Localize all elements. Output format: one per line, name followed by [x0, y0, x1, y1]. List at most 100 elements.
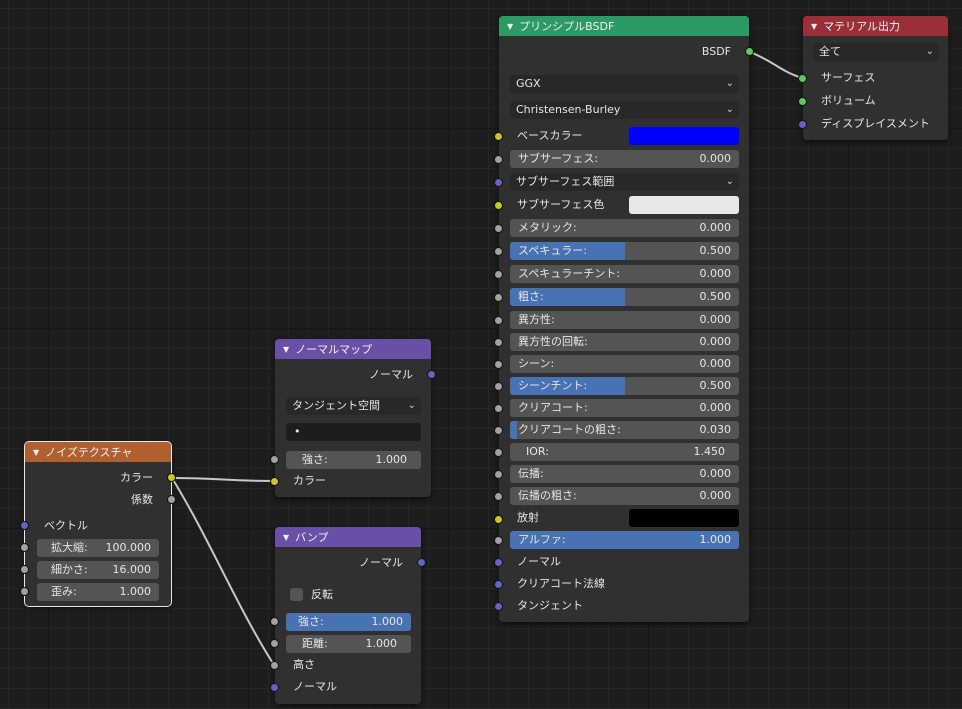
node-header[interactable]: ▼ ノーマルマップ — [275, 339, 431, 359]
output-bsdf-socket[interactable] — [745, 47, 754, 56]
invert-checkbox[interactable] — [290, 588, 303, 601]
specular-field[interactable]: スペキュラー: 0.500 — [510, 242, 739, 260]
ior-socket[interactable] — [494, 448, 503, 457]
distortion-socket[interactable] — [20, 587, 29, 596]
input-height-label: 高さ — [293, 658, 315, 671]
collapse-triangle-icon[interactable]: ▼ — [283, 345, 289, 354]
invert-label: 反転 — [311, 588, 333, 601]
input-height-socket[interactable] — [270, 661, 279, 670]
emission-color-swatch[interactable] — [629, 509, 739, 527]
input-volume-label: ボリューム — [821, 94, 876, 107]
distribution-value: GGX — [516, 77, 541, 90]
alpha-socket[interactable] — [494, 536, 503, 545]
subsurface-socket[interactable] — [494, 155, 503, 164]
strength-field[interactable]: 強さ: 1.000 — [286, 451, 421, 469]
metallic-socket[interactable] — [494, 224, 503, 233]
node-header[interactable]: ▼ ノイズテクスチャ — [25, 442, 171, 462]
roughness-socket[interactable] — [494, 293, 503, 302]
strength-field[interactable]: 強さ: 1.000 — [286, 613, 411, 631]
anisotropic-rotation-socket[interactable] — [494, 338, 503, 347]
clearcoat-roughness-socket[interactable] — [494, 426, 503, 435]
detail-socket[interactable] — [20, 565, 29, 574]
scale-field[interactable]: 拡大縮: 100.000 — [37, 539, 159, 557]
subsurface-field[interactable]: サブサーフェス: 0.000 — [510, 150, 739, 168]
collapse-triangle-icon[interactable]: ▼ — [283, 533, 289, 542]
transmission-roughness-field[interactable]: 伝播の粗さ: 0.000 — [510, 487, 739, 505]
normal-socket[interactable] — [494, 558, 503, 567]
scale-socket[interactable] — [20, 543, 29, 552]
subsurface-radius-socket[interactable] — [494, 178, 503, 187]
sheen-value: 0.000 — [699, 357, 732, 370]
principled-bsdf-node[interactable]: ▼ プリンシプルBSDF BSDF GGX ⌄ Christensen-Burl… — [494, 16, 754, 622]
clearcoat-field[interactable]: クリアコート: 0.000 — [510, 399, 739, 417]
specular-socket[interactable] — [494, 247, 503, 256]
distortion-field[interactable]: 歪み: 1.000 — [37, 583, 159, 601]
strength-socket[interactable] — [270, 617, 279, 626]
output-fac-socket[interactable] — [167, 495, 176, 504]
transmission-field[interactable]: 伝播: 0.000 — [510, 465, 739, 483]
input-surface-socket[interactable] — [798, 74, 807, 83]
subsurface-color-socket[interactable] — [494, 201, 503, 210]
transmission-socket[interactable] — [494, 470, 503, 479]
specular-tint-socket[interactable] — [494, 270, 503, 279]
metallic-value: 0.000 — [699, 221, 732, 234]
tangent-socket[interactable] — [494, 602, 503, 611]
clearcoat-normal-label: クリアコート法線 — [517, 577, 605, 590]
node-header[interactable]: ▼ バンプ — [275, 527, 421, 547]
subsurface-radius-dropdown[interactable]: サブサーフェス範囲 ⌄ — [510, 173, 739, 191]
base-color-swatch[interactable] — [629, 127, 739, 145]
node-header[interactable]: ▼ プリンシプルBSDF — [499, 16, 749, 36]
input-volume-socket[interactable] — [798, 97, 807, 106]
sheen-tint-field[interactable]: シーンチント: 0.500 — [510, 377, 739, 395]
anisotropic-field[interactable]: 異方性: 0.000 — [510, 311, 739, 329]
distance-socket[interactable] — [270, 639, 279, 648]
uv-map-field[interactable]: • — [286, 423, 421, 441]
sheen-field[interactable]: シーン: 0.000 — [510, 355, 739, 373]
specular-tint-field[interactable]: スペキュラーチント: 0.000 — [510, 265, 739, 283]
input-surface-label: サーフェス — [821, 71, 876, 84]
target-dropdown[interactable]: 全て ⌄ — [813, 43, 939, 61]
input-color-socket[interactable] — [270, 477, 279, 486]
space-dropdown[interactable]: タンジェント空間 ⌄ — [286, 397, 421, 415]
output-normal-socket[interactable] — [427, 370, 436, 379]
anisotropic-rotation-field[interactable]: 異方性の回転: 0.000 — [510, 333, 739, 351]
roughness-field[interactable]: 粗さ: 0.500 — [510, 288, 739, 306]
subsurface-method-dropdown[interactable]: Christensen-Burley ⌄ — [510, 101, 739, 119]
output-normal-socket[interactable] — [417, 558, 426, 567]
strength-value: 1.000 — [371, 615, 404, 628]
detail-field[interactable]: 細かさ: 16.000 — [37, 561, 159, 579]
strength-socket[interactable] — [270, 455, 279, 464]
ior-field[interactable]: IOR: 1.450 — [510, 443, 739, 461]
input-displacement-socket[interactable] — [798, 120, 807, 129]
alpha-value: 1.000 — [699, 533, 732, 546]
bump-node[interactable]: ▼ バンプ ノーマル 反転 強さ: 1.000 距離: 1.000 高さ ノーマ… — [270, 527, 426, 704]
emission-socket[interactable] — [494, 515, 503, 524]
sheen-tint-socket[interactable] — [494, 382, 503, 391]
collapse-triangle-icon[interactable]: ▼ — [811, 22, 817, 31]
metallic-field[interactable]: メタリック: 0.000 — [510, 219, 739, 237]
output-color-socket[interactable] — [167, 473, 176, 482]
sheen-socket[interactable] — [494, 360, 503, 369]
subsurface-color-swatch[interactable] — [629, 196, 739, 214]
distribution-dropdown[interactable]: GGX ⌄ — [510, 75, 739, 93]
collapse-triangle-icon[interactable]: ▼ — [33, 448, 39, 457]
normal-map-node[interactable]: ▼ ノーマルマップ ノーマル タンジェント空間 ⌄ • 強さ: 1.000 カラ… — [270, 339, 436, 497]
subsurface-value: 0.000 — [699, 152, 732, 165]
node-title: ノーマルマップ — [295, 343, 373, 356]
alpha-field[interactable]: アルファ: 1.000 — [510, 531, 739, 549]
material-output-node[interactable]: ▼ マテリアル出力 全て ⌄ サーフェス ボリューム ディスプレイスメント — [798, 16, 948, 140]
base-color-socket[interactable] — [494, 132, 503, 141]
collapse-triangle-icon[interactable]: ▼ — [507, 22, 513, 31]
clearcoat-socket[interactable] — [494, 404, 503, 413]
clearcoat-normal-socket[interactable] — [494, 580, 503, 589]
transmission-roughness-socket[interactable] — [494, 492, 503, 501]
clearcoat-roughness-field[interactable]: クリアコートの粗さ: 0.030 — [510, 421, 739, 439]
input-vector-socket[interactable] — [20, 521, 29, 530]
distance-field[interactable]: 距離: 1.000 — [286, 635, 411, 653]
strength-value: 1.000 — [375, 453, 408, 466]
input-normal-socket[interactable] — [270, 683, 279, 692]
noise-texture-node[interactable]: ▼ ノイズテクスチャ カラー 係数 ベクトル 拡大縮: 100.000 細かさ:… — [20, 441, 176, 607]
scale-value: 100.000 — [105, 541, 152, 554]
node-header[interactable]: ▼ マテリアル出力 — [803, 16, 948, 36]
anisotropic-socket[interactable] — [494, 316, 503, 325]
